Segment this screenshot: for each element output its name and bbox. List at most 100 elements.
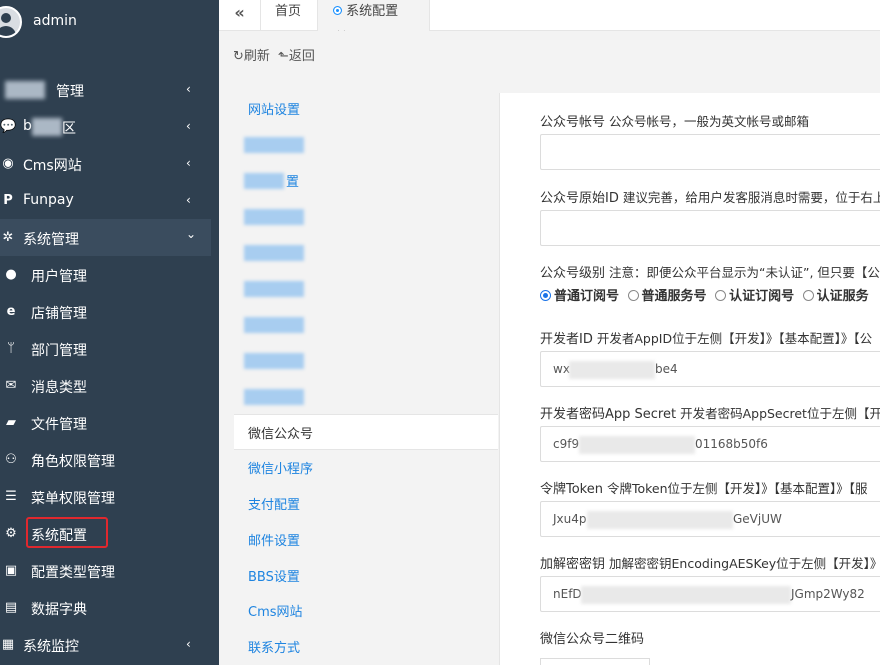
- envelope-icon: ✉: [5, 378, 17, 393]
- nav-label: Cms网站: [248, 605, 303, 620]
- nav-blurred[interactable]: [234, 271, 498, 307]
- main-content: 网站设置 置 微信公众号 微信小程序 支付配置 邮件设置 BBS设置 Cms网站…: [219, 93, 880, 665]
- nav-wechat-miniprogram[interactable]: 微信小程序: [234, 450, 498, 486]
- list-icon: ☰: [5, 489, 17, 504]
- field-label: 加解密密钥 加解密密钥EncodingAESKey位于左侧【开发】》【: [540, 556, 880, 572]
- tab-home[interactable]: 首页: [261, 0, 318, 31]
- nav-bbs[interactable]: BBS设置: [234, 558, 498, 594]
- user-panel[interactable]: admin: [0, 0, 219, 45]
- nav-label: 联系方式: [248, 641, 301, 656]
- blurred-region: [244, 317, 304, 333]
- sidebar-item-label: 系统监控: [23, 639, 79, 655]
- sidebar-item-shops[interactable]: e 店铺管理: [0, 293, 219, 330]
- sidebar-item-cms[interactable]: ◉ Cms网站 ‹: [0, 145, 219, 182]
- masked-region: [579, 436, 695, 454]
- globe-icon: ◉: [2, 156, 14, 171]
- radio-option[interactable]: 认证订阅号: [715, 289, 794, 304]
- field-label: 公众号帐号 公众号帐号，一般为英文帐号或邮箱: [540, 114, 810, 130]
- radio-checked-icon: [540, 290, 551, 301]
- collapse-sidebar-button[interactable]: «: [219, 0, 261, 31]
- account-input[interactable]: [540, 134, 880, 170]
- sidebar-item-label: 店铺管理: [31, 306, 87, 322]
- nav-label: 邮件设置: [248, 534, 301, 549]
- paypal-icon: P: [3, 193, 13, 208]
- field-label: 令牌Token 令牌Token位于左侧【开发】》【基本配置】》【服: [540, 481, 868, 497]
- sidebar: admin 管理 ‹ 💬 b 区 ‹ ◉ Cms网站 ‹ P Funpay ‹ …: [0, 0, 219, 665]
- sidebar-item-config-types[interactable]: ▣ 配置类型管理: [0, 552, 219, 589]
- masked-region: [569, 361, 655, 379]
- blurred-region: [5, 81, 45, 99]
- folder-icon: ▰: [6, 415, 16, 430]
- aes-key-input[interactable]: nEfD JGmp2Wy82: [540, 576, 880, 612]
- field-level: 公众号级别 注意：即便公众平台显示为“未认证”, 但只要【公众 普通订阅号 普通…: [540, 262, 880, 304]
- chevron-down-icon: ⌄: [186, 227, 197, 241]
- config-form-panel: 公众号帐号 公众号帐号，一般为英文帐号或邮箱 公众号原始ID 建议完善，给用户发…: [499, 93, 880, 665]
- blurred-region: [32, 118, 62, 136]
- sidebar-item-label: 角色权限管理: [31, 454, 115, 470]
- field-app-secret: 开发者密码App Secret 开发者密码AppSecret位于左侧【开发 c9…: [540, 403, 880, 462]
- app-secret-input[interactable]: c9f9 01168b50f6: [540, 426, 880, 462]
- field-label: 公众号级别 注意：即便公众平台显示为“未认证”, 但只要【公众: [540, 265, 880, 281]
- branch-icon: ᛘ: [7, 341, 15, 356]
- masked-region: [581, 586, 791, 604]
- sidebar-item-label: 配置类型管理: [31, 565, 115, 581]
- nav-blurred[interactable]: [234, 307, 498, 343]
- book-icon: ▤: [4, 600, 18, 615]
- user-icon: ●: [5, 267, 17, 282]
- sidebar-item-dictionary[interactable]: ▤ 数据字典: [0, 589, 219, 626]
- avatar: [0, 6, 22, 38]
- refresh-button[interactable]: ↻刷新: [233, 45, 270, 64]
- sidebar-item-prefix: b: [23, 118, 32, 134]
- nav-mail[interactable]: 邮件设置: [234, 522, 498, 558]
- nav-blurred[interactable]: [234, 343, 498, 379]
- field-original-id: 公众号原始ID 建议完善，给用户发客服消息时需要，位于右上方: [540, 187, 880, 246]
- sidebar-item-roles[interactable]: ⚇ 角色权限管理: [0, 441, 219, 478]
- original-id-input[interactable]: [540, 210, 880, 246]
- sidebar-item-departments[interactable]: ᛘ 部门管理: [0, 330, 219, 367]
- nav-contact[interactable]: 联系方式: [234, 629, 498, 665]
- tab-system-config[interactable]: 系统配置 ✕: [318, 0, 430, 43]
- chevron-left-icon: ‹: [186, 193, 191, 207]
- sidebar-item-community[interactable]: 💬 b 区 ‹: [0, 108, 219, 145]
- field-label: 公众号原始ID 建议完善，给用户发客服消息时需要，位于右上方: [540, 190, 880, 206]
- sidebar-item-files[interactable]: ▰ 文件管理: [0, 404, 219, 441]
- nav-blurred[interactable]: [234, 379, 498, 415]
- nav-payment[interactable]: 支付配置: [234, 486, 498, 522]
- sidebar-item-system-management[interactable]: ✲ 系统管理 ⌄: [0, 219, 211, 256]
- chevron-left-icon: ‹: [186, 119, 191, 133]
- sidebar-item-funpay[interactable]: P Funpay ‹: [0, 182, 219, 219]
- radio-icon: [715, 290, 727, 301]
- gear-icon: ⚙: [5, 526, 17, 541]
- back-button[interactable]: ⬑返回: [278, 45, 315, 64]
- radio-option[interactable]: 普通订阅号: [540, 289, 619, 304]
- sidebar-item-monitor[interactable]: ▦ 系统监控 ‹: [0, 626, 219, 663]
- sidebar-item-label: 区: [62, 121, 76, 137]
- nav-cms[interactable]: Cms网站: [234, 593, 498, 629]
- blurred-region: [244, 281, 304, 297]
- sidebar-item-users[interactable]: ● 用户管理: [0, 256, 219, 293]
- toolbar: ↻刷新 ⬑返回: [219, 31, 880, 93]
- radio-option[interactable]: 认证服务: [802, 289, 869, 304]
- app-id-input[interactable]: wx be4: [540, 351, 880, 387]
- nav-label: 网站设置: [248, 103, 301, 118]
- radio-option[interactable]: 普通服务号: [627, 289, 707, 304]
- qrcode-upload-box[interactable]: [540, 658, 650, 665]
- sidebar-item-menu-permissions[interactable]: ☰ 菜单权限管理: [0, 478, 219, 515]
- sidebar-item-label: 部门管理: [31, 343, 87, 359]
- token-input[interactable]: Jxu4p GeVjUW: [540, 501, 880, 537]
- chevron-left-icon: ‹: [186, 82, 191, 96]
- nav-wechat-official[interactable]: 微信公众号: [234, 414, 498, 450]
- nav-site-settings[interactable]: 网站设置: [234, 91, 498, 127]
- nav-label: 支付配置: [248, 498, 301, 513]
- nav-blurred[interactable]: 置: [234, 163, 498, 199]
- field-account: 公众号帐号 公众号帐号，一般为英文帐号或邮箱: [540, 111, 880, 170]
- nav-blurred[interactable]: [234, 235, 498, 271]
- tab-label: 系统配置: [346, 4, 399, 19]
- sidebar-item-blurred-management[interactable]: 管理 ‹: [0, 71, 219, 108]
- sidebar-item-message-types[interactable]: ✉ 消息类型: [0, 367, 219, 404]
- nav-label: 微信小程序: [248, 462, 314, 477]
- nav-blurred[interactable]: [234, 199, 498, 235]
- blurred-region: [244, 137, 304, 153]
- sidebar-item-label: Cms网站: [23, 158, 82, 174]
- nav-blurred[interactable]: [234, 127, 498, 163]
